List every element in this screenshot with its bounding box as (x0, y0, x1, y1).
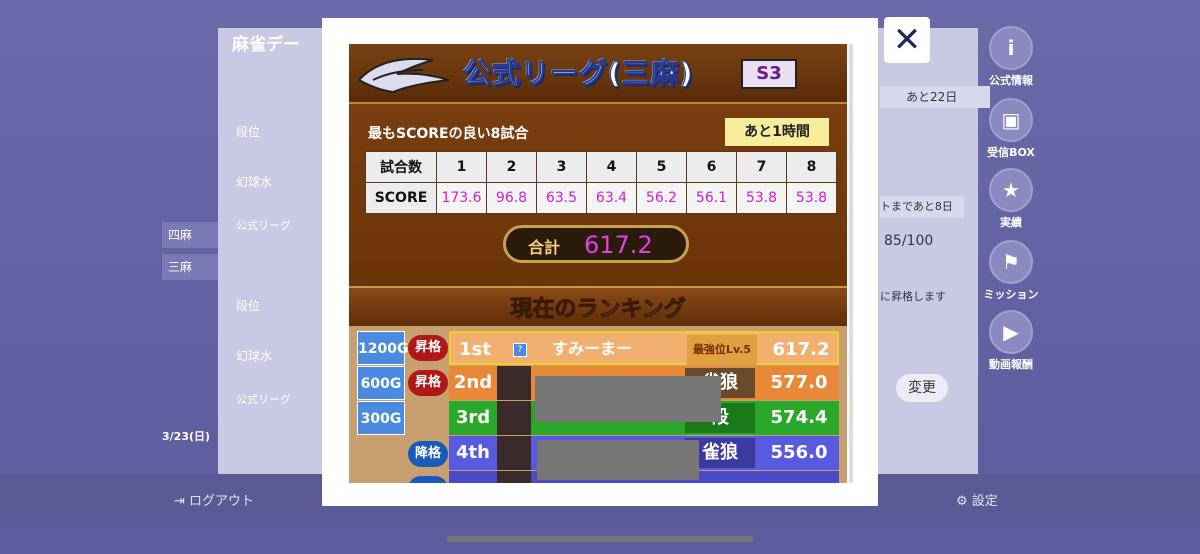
player-avatar (497, 471, 531, 483)
game-score: 56.1 (686, 182, 737, 214)
game-score: 173.6 (436, 182, 487, 214)
side-medal[interactable]: ★ 実績 (982, 168, 1040, 230)
player-score: 556.0 (770, 442, 828, 463)
logout-link[interactable]: ⇥ ログアウト (174, 490, 254, 509)
gold-reward-2: 600G (357, 366, 405, 400)
game-score: 56.2 (636, 182, 687, 214)
player-score: 574.4 (770, 407, 828, 428)
game-number: 7 (736, 151, 787, 183)
ranking-position: 1st (459, 339, 491, 360)
flag-icon: ⚑ (989, 240, 1033, 284)
ranking-position: 3rd (455, 407, 491, 428)
bg-date: 3/23(日) (162, 430, 211, 443)
side-info[interactable]: i 公式情報 (982, 26, 1040, 88)
change-button[interactable]: 変更 (896, 374, 948, 402)
ranking-position: 4th (456, 442, 490, 463)
bg-label-rank: 段位 (236, 125, 261, 139)
home-indicator (446, 536, 754, 542)
best-games-label: 最もSCOREの良い8試合 (368, 126, 529, 142)
total-score-plate: 合計 617.2 (503, 225, 689, 263)
score-table: 試合数 1 2 3 4 5 6 7 8 SCORE 173.6 96.8 63.… (365, 151, 837, 214)
game-number: 3 (536, 151, 587, 183)
ranking-header: 現在のランキング (349, 286, 847, 328)
ranking-position (449, 471, 497, 483)
redaction-block (535, 376, 721, 422)
game-number: 8 (786, 151, 837, 183)
promote-tag: 昇格 (408, 335, 448, 361)
side-gift[interactable]: ▣ 受信BOX (982, 98, 1040, 160)
game-number: 6 (686, 151, 737, 183)
total-label: 合計 (528, 238, 561, 257)
player-name: すみーまー (551, 339, 632, 358)
modal-scroll-area[interactable]: 公式リーグ(三麻) S3 最もSCOREの良い8試合 あと1時間 試合数 1 2… (349, 44, 847, 483)
game-number: 2 (486, 151, 537, 183)
game-score: 63.4 (586, 182, 637, 214)
medal-icon: ★ (989, 168, 1033, 212)
ranking-title: 現在のランキング (510, 297, 686, 323)
info-icon: i (989, 26, 1033, 70)
game-number: 4 (586, 151, 637, 183)
games-header-label: 試合数 (365, 151, 437, 183)
promote-tag: 昇格 (408, 370, 448, 396)
score-table-row: SCORE 173.6 96.8 63.5 63.4 56.2 56.1 53.… (365, 182, 837, 214)
player-avatar (497, 366, 531, 400)
player-score: 577.0 (770, 372, 828, 393)
gold-reward-1: 1200G (357, 331, 408, 365)
ranking-row-1[interactable]: 1st ? すみーまー 最強位Lv.5 617.2 (449, 331, 839, 365)
score-table-header: 試合数 1 2 3 4 5 6 7 8 (365, 151, 837, 183)
game-score: 96.8 (486, 182, 537, 214)
bg-promote-text: に昇格します (880, 290, 946, 303)
remaining-time-badge: あと1時間 (725, 118, 829, 146)
tab-yonma[interactable]: 四麻 (162, 222, 218, 248)
game-number: 5 (636, 151, 687, 183)
bg-label-league-2: 公式リーグ (236, 393, 291, 406)
score-row-label: SCORE (365, 182, 437, 214)
bg-label-genkyu: 幻球水 (236, 175, 273, 189)
bg-days-left-2: トまであと8日 (880, 196, 964, 218)
player-avatar (497, 436, 531, 470)
bg-label-rank-2: 段位 (236, 299, 261, 313)
gold-reward-3: 300G (357, 401, 405, 435)
settings-link[interactable]: ⚙ 設定 (956, 490, 998, 509)
bg-progress-text: 85/100 (884, 233, 934, 249)
background-panel-title: 麻雀デー (232, 35, 300, 55)
player-score: 617.2 (772, 339, 830, 360)
side-video[interactable]: ▶ 動画報酬 (982, 310, 1040, 372)
game-score: 63.5 (536, 182, 587, 214)
demote-tag: 降格 (408, 441, 448, 467)
game-number: 1 (436, 151, 487, 183)
tab-sanma[interactable]: 三麻 (162, 254, 218, 280)
player-avatar (497, 401, 531, 435)
redaction-block (537, 440, 699, 480)
bg-label-league: 公式リーグ (236, 219, 291, 232)
video-icon: ▶ (989, 310, 1033, 354)
close-icon: ✕ (892, 20, 922, 60)
close-button[interactable]: ✕ (884, 17, 930, 63)
season-badge: S3 (741, 59, 797, 89)
game-score: 53.8 (736, 182, 787, 214)
bg-days-left: あと22日 (880, 86, 990, 108)
rank-badge: 最強位Lv.5 (687, 335, 757, 365)
gift-icon: ▣ (989, 98, 1033, 142)
tiger-emblem-icon (357, 57, 450, 94)
ranking-position: 2nd (453, 372, 493, 393)
scrollbar[interactable] (849, 44, 853, 483)
bg-label-genkyu-2: 幻球水 (236, 349, 273, 363)
game-score: 53.8 (786, 182, 837, 214)
demote-tag-partial (408, 476, 448, 483)
total-value: 617.2 (584, 231, 653, 259)
modal-title: 公式リーグ(三麻) (463, 57, 694, 91)
side-flag[interactable]: ⚑ ミッション (982, 240, 1040, 302)
modal-header: 公式リーグ(三麻) S3 (349, 44, 847, 104)
